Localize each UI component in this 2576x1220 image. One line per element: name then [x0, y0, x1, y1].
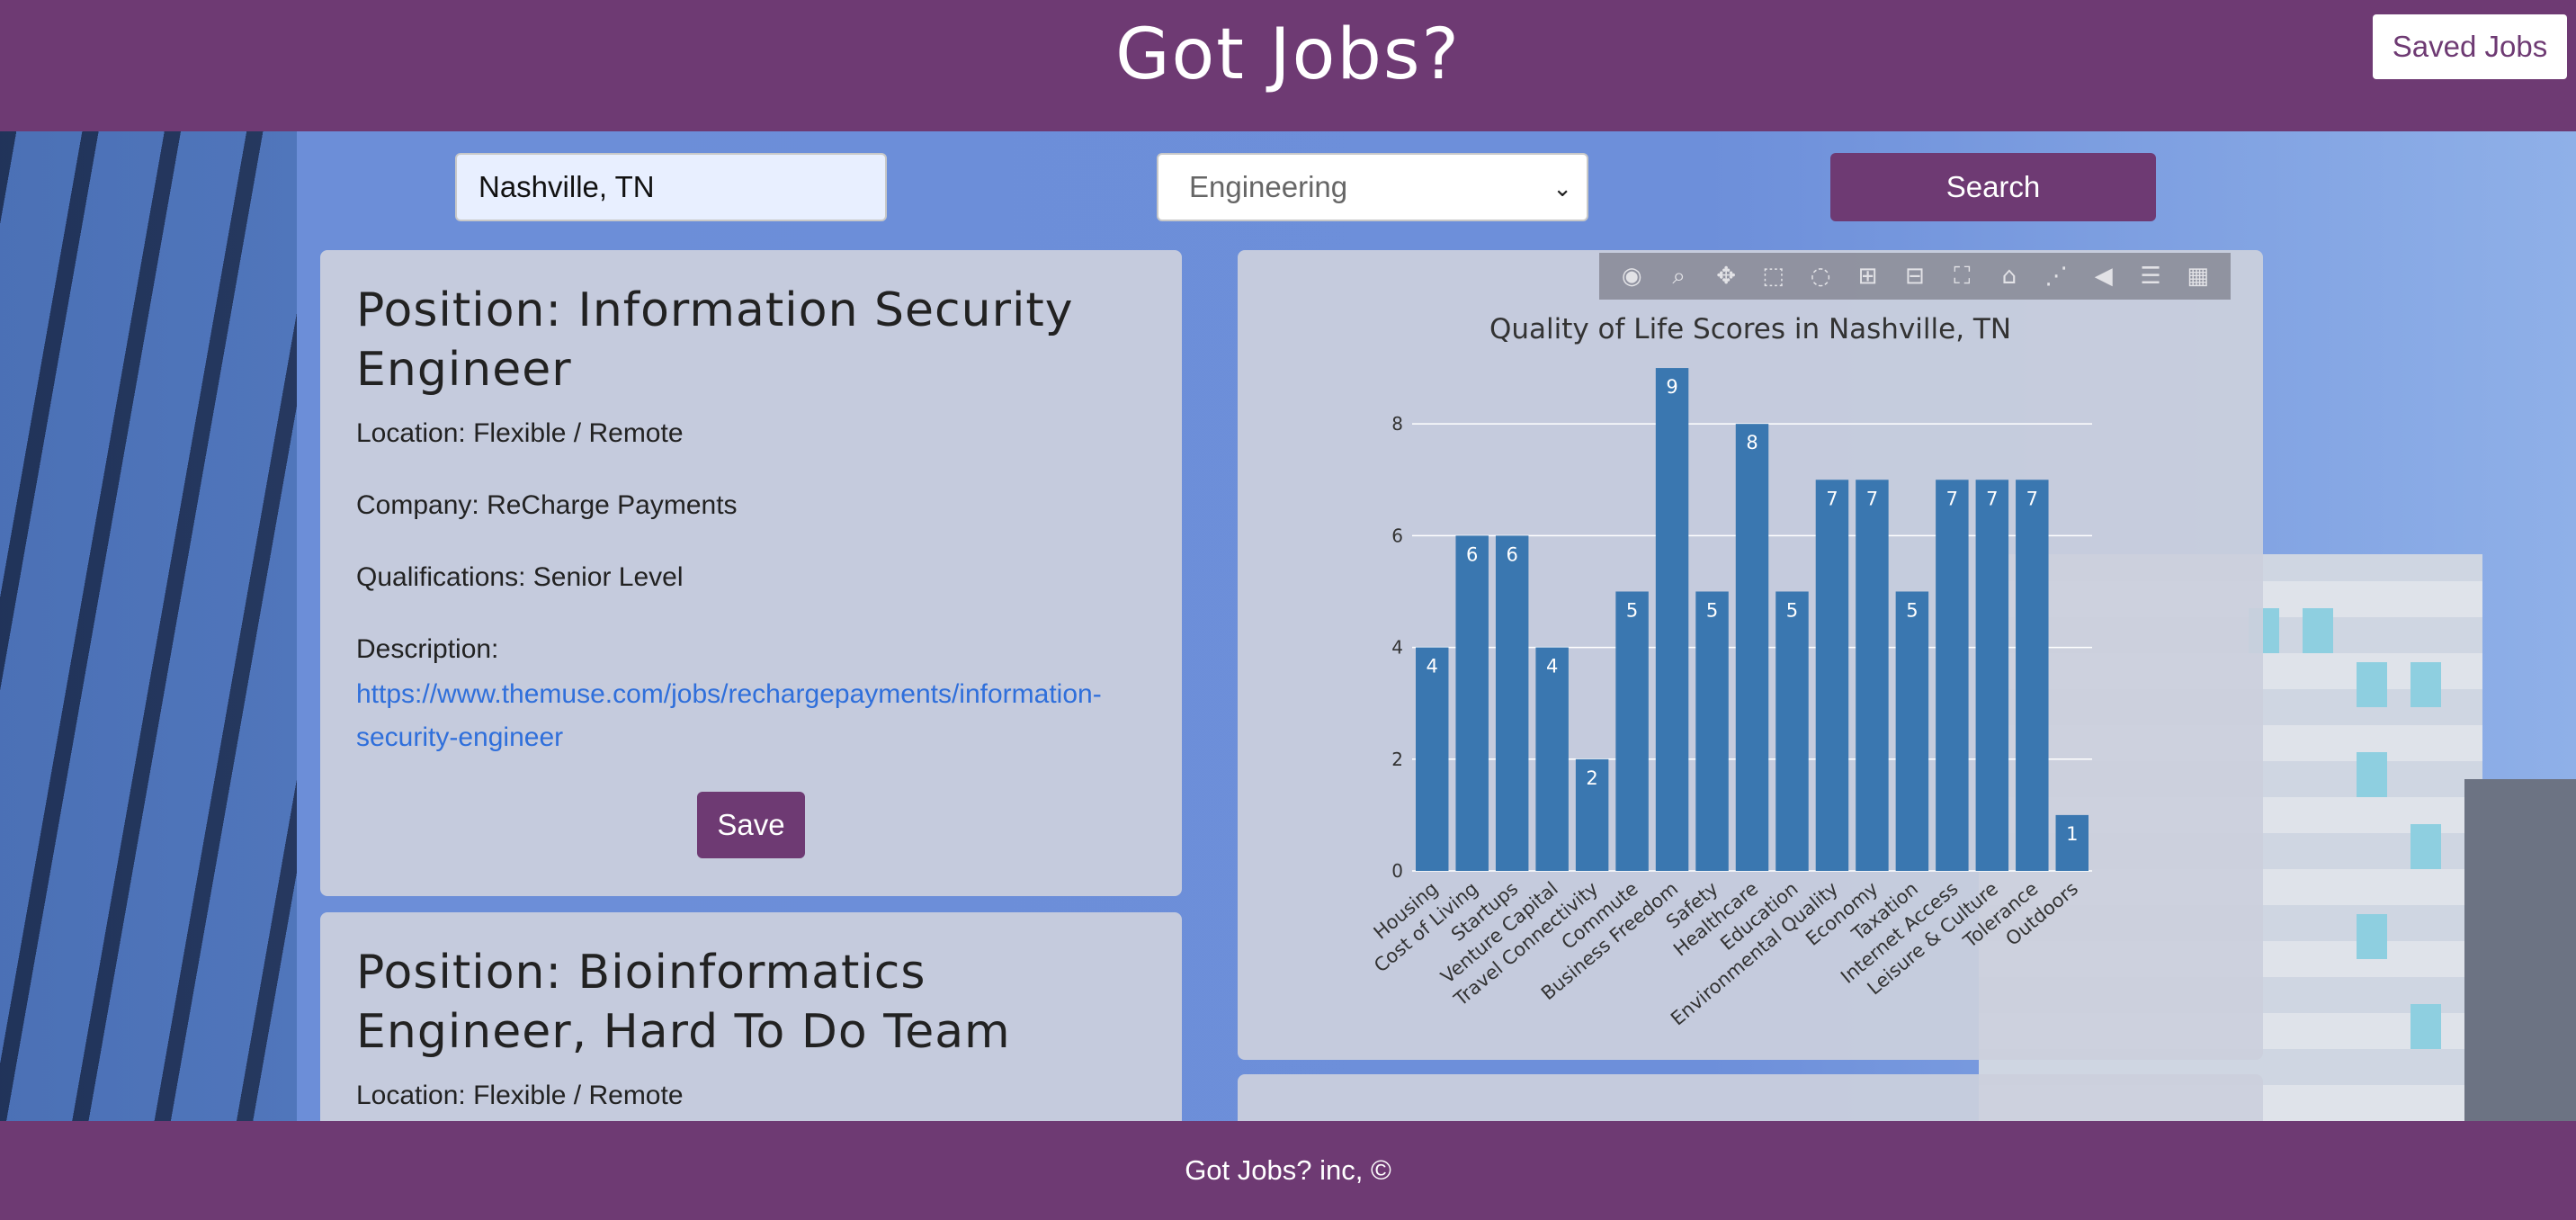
y-tick-label: 8 — [1391, 413, 1403, 435]
bar-data-label: 7 — [1826, 488, 1838, 509]
chart-card: ◉ ⌕ ✥ ⬚ ◌ ⊞ ⊟ ⛶ ⌂ ⋰ ◀ ☰ ▦ Quality of Life Scores in … — [1238, 250, 2263, 1060]
y-tick-label: 6 — [1391, 525, 1403, 546]
camera-icon[interactable]: ◉ — [1616, 263, 1647, 290]
bar-data-label: 7 — [2026, 488, 2038, 509]
save-button[interactable]: Save — [697, 792, 805, 858]
bar-data-label: 5 — [1706, 599, 1718, 621]
bar — [1495, 535, 1529, 871]
job-title: Position: Bioinformatics Engineer, Hard … — [356, 946, 1011, 1059]
category-selected-value: Engineering — [1189, 170, 1348, 203]
box-select-icon[interactable]: ⬚ — [1758, 263, 1789, 290]
zoom-out-icon[interactable]: ⊟ — [1900, 263, 1930, 290]
quality-of-life-chart: Quality of Life Scores in Nashville, TN 0… — [1370, 313, 2092, 1030]
search-bar: Engineering ⌄ Search — [0, 153, 2576, 221]
bar — [1975, 480, 2009, 871]
plotly-logo-icon[interactable]: ▦ — [2183, 263, 2214, 290]
search-button[interactable]: Search — [1830, 153, 2156, 221]
zoom-in-icon[interactable]: ⊞ — [1852, 263, 1883, 290]
job-location: Location: Flexible / Remote — [356, 1081, 684, 1110]
chart-title: Quality of Life Scores in Nashville, TN — [1489, 313, 2011, 345]
bar-data-label: 5 — [1906, 599, 1918, 621]
bar — [1936, 480, 1969, 871]
bar — [1735, 424, 1769, 871]
job-card: Position: Information Security Engineer … — [320, 250, 1182, 896]
bar-data-label: 5 — [1626, 599, 1638, 621]
zoom-icon[interactable]: ⌕ — [1664, 263, 1695, 291]
bar — [1655, 368, 1689, 871]
bar-data-label: 6 — [1506, 543, 1517, 565]
job-description-link[interactable]: https://www.themuse.com/jobs/rechargepay… — [356, 673, 1146, 759]
bar — [1856, 480, 1889, 871]
reset-axes-icon[interactable]: ⌂ — [1994, 263, 2025, 290]
bar-data-label: 7 — [1986, 488, 1998, 509]
location-input[interactable] — [455, 153, 887, 221]
bar — [1615, 591, 1649, 871]
hover-closest-icon[interactable]: ◀ — [2089, 263, 2119, 290]
bar-data-label: 7 — [1866, 488, 1878, 509]
building-far-right — [2464, 779, 2576, 1121]
bar — [1535, 647, 1569, 871]
chevron-down-icon: ⌄ — [1552, 175, 1572, 202]
building-left — [0, 131, 297, 1121]
chart-modebar: ◉ ⌕ ✥ ⬚ ◌ ⊞ ⊟ ⛶ ⌂ ⋰ ◀ ☰ ▦ — [1599, 253, 2231, 300]
bar-data-label: 2 — [1586, 767, 1597, 789]
bar-data-label: 6 — [1466, 543, 1478, 565]
bar-data-label: 1 — [2066, 823, 2078, 845]
hover-compare-icon[interactable]: ☰ — [2135, 263, 2166, 290]
bar-data-label: 5 — [1786, 599, 1798, 621]
bar-data-label: 4 — [1546, 656, 1558, 677]
bar-data-label: 4 — [1427, 656, 1438, 677]
footer: Got Jobs? inc, © — [0, 1121, 2576, 1220]
category-select[interactable]: Engineering ⌄ — [1157, 153, 1588, 221]
bar — [1815, 480, 1849, 871]
job-location: Location: Flexible / Remote — [356, 418, 684, 448]
spike-lines-icon[interactable]: ⋰ — [2041, 263, 2071, 290]
job-company: Company: ReCharge Payments — [356, 490, 738, 520]
autoscale-icon[interactable]: ⛶ — [1946, 263, 1977, 291]
y-tick-label: 4 — [1391, 637, 1403, 659]
bar — [1775, 591, 1809, 871]
bar — [1416, 647, 1449, 871]
bar — [1895, 591, 1929, 871]
bar — [2016, 480, 2049, 871]
bar — [1455, 535, 1489, 871]
lasso-icon[interactable]: ◌ — [1805, 263, 1836, 290]
site-title: Got Jobs? — [1115, 14, 1461, 95]
y-tick-label: 2 — [1391, 749, 1403, 770]
site-header: Got Jobs? Saved Jobs — [0, 0, 2576, 131]
saved-jobs-button[interactable]: Saved Jobs — [2373, 14, 2567, 79]
bar — [1695, 591, 1729, 871]
job-title: Position: Information Security Engineer — [356, 283, 1074, 397]
job-description-label: Description: — [356, 634, 499, 664]
pan-icon[interactable]: ✥ — [1711, 263, 1741, 290]
bar-data-label: 9 — [1666, 376, 1677, 398]
bar-data-label: 7 — [1946, 488, 1958, 509]
y-tick-label: 0 — [1391, 860, 1403, 882]
bar-data-label: 8 — [1746, 432, 1758, 453]
job-qualifications: Qualifications: Senior Level — [356, 562, 684, 592]
